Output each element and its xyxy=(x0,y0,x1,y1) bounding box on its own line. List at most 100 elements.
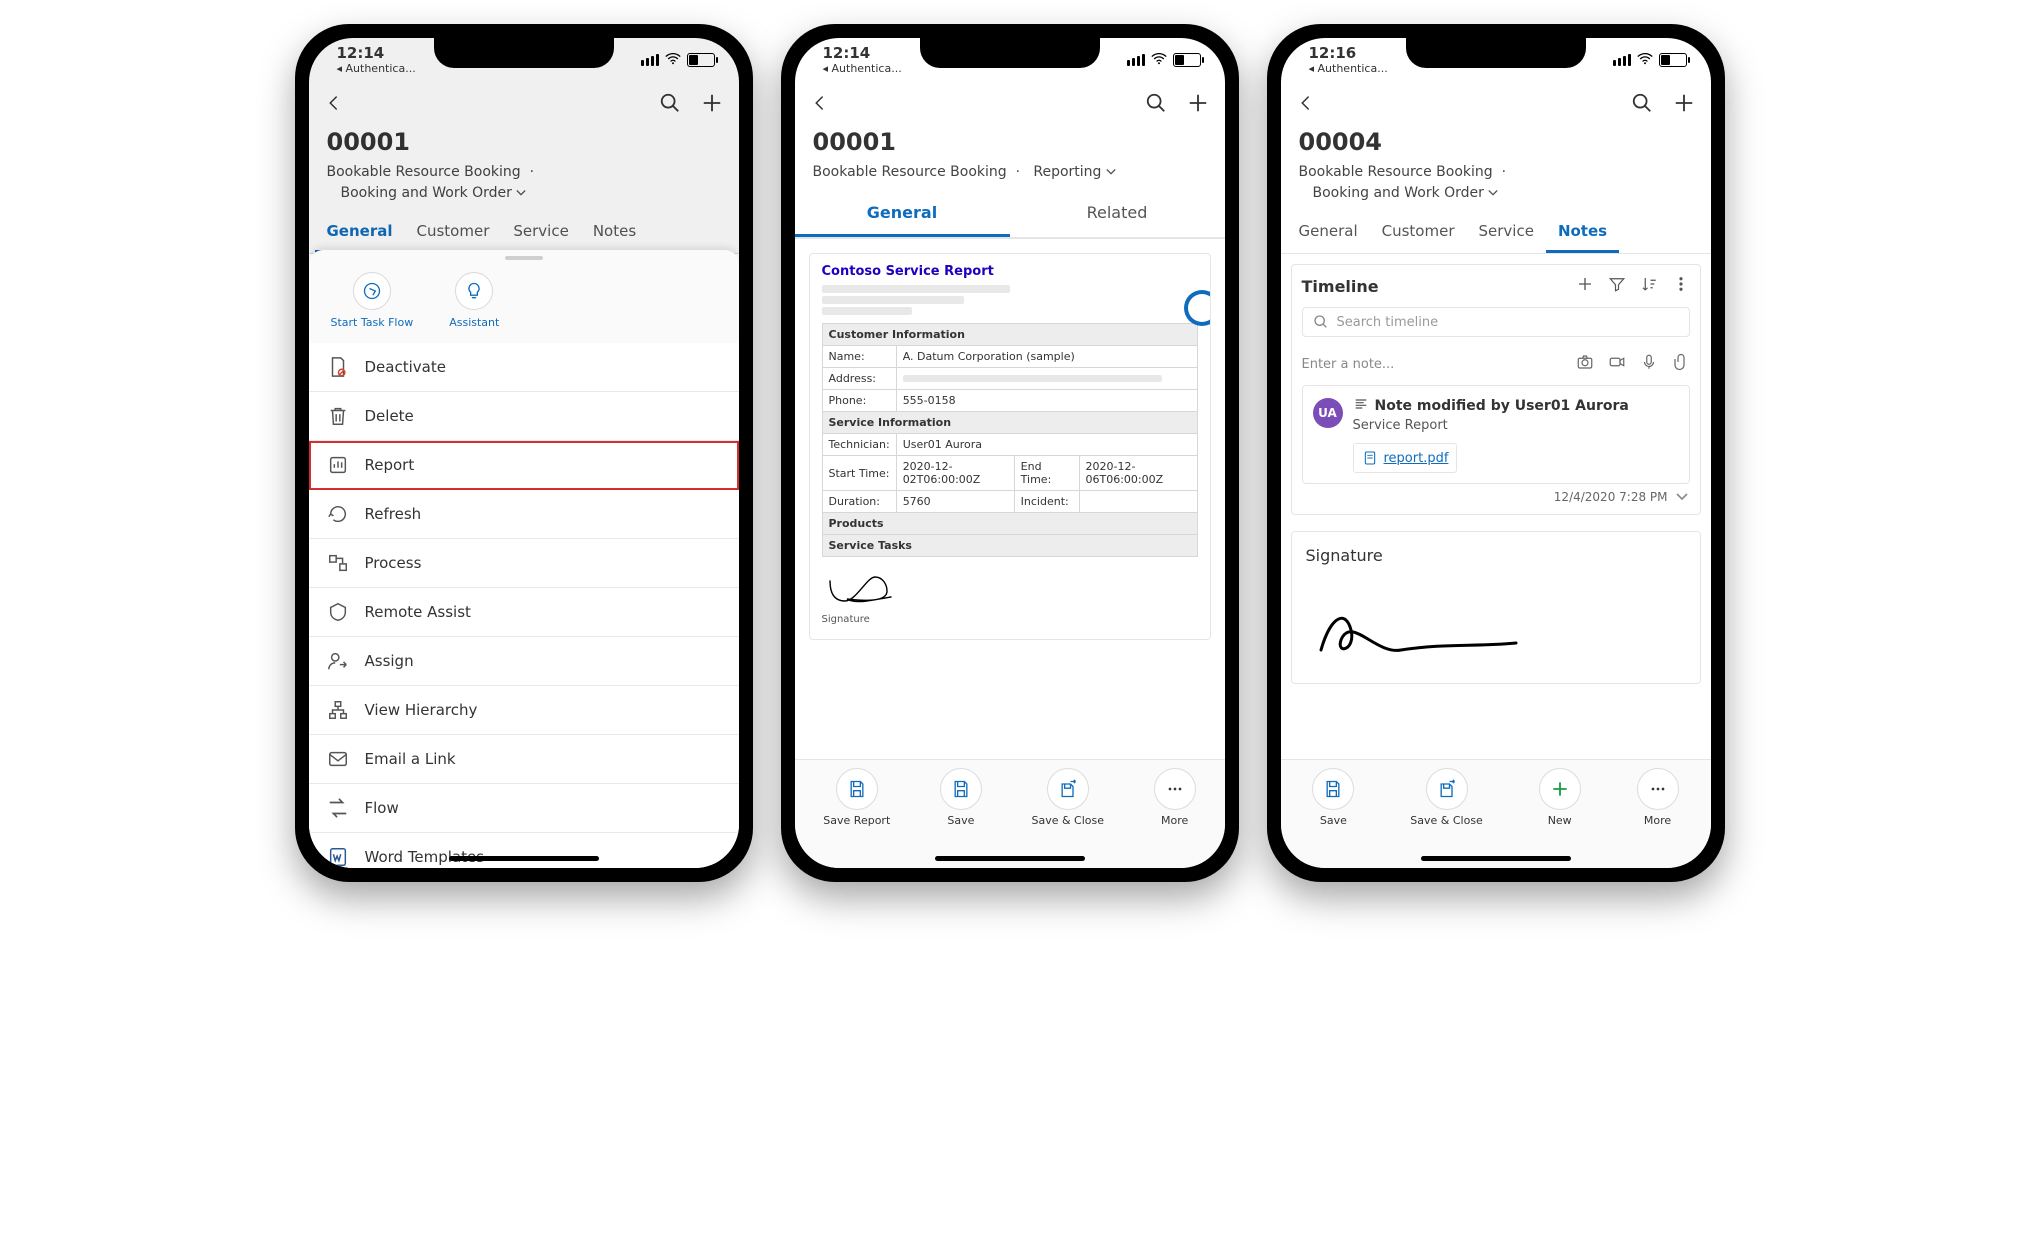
chevron-down-icon[interactable] xyxy=(1488,183,1498,204)
attachment[interactable]: report.pdf xyxy=(1353,443,1458,473)
hierarchy-icon xyxy=(327,699,349,721)
menu-deactivate[interactable]: Deactivate xyxy=(309,343,739,392)
save-report-button[interactable]: Save Report xyxy=(823,768,890,827)
form-name[interactable]: Booking and Work Order xyxy=(1313,183,1484,204)
tabs: General Customer Service Notes xyxy=(1281,212,1711,254)
note-type-icon xyxy=(1353,396,1369,416)
back-button[interactable] xyxy=(1297,94,1315,116)
menu-report[interactable]: Report xyxy=(309,441,739,490)
form-name[interactable]: Booking and Work Order xyxy=(341,183,512,204)
signature-card[interactable]: Signature xyxy=(1291,531,1701,684)
back-to-app[interactable]: ◂ Authentica... xyxy=(823,63,902,74)
report-preview: Contoso Service Report Customer Informat… xyxy=(809,253,1211,640)
flow-icon xyxy=(327,797,349,819)
tab-general[interactable]: General xyxy=(315,212,405,253)
entity-type: Bookable Resource Booking xyxy=(327,164,521,180)
menu-word-templates[interactable]: Word Templates xyxy=(309,833,739,868)
bb-label: More xyxy=(1161,814,1188,827)
nav-bar xyxy=(1281,82,1711,128)
menu-assign[interactable]: Assign xyxy=(309,637,739,686)
tab-service[interactable]: Service xyxy=(501,212,580,253)
tab-general[interactable]: General xyxy=(795,191,1010,237)
timeline-search[interactable]: Search timeline xyxy=(1302,307,1690,337)
report-signature: Signature xyxy=(822,571,1198,625)
process-icon xyxy=(327,552,349,574)
add-icon[interactable] xyxy=(701,92,723,118)
back-button[interactable] xyxy=(325,94,343,116)
tab-customer[interactable]: Customer xyxy=(405,212,502,253)
menu-flow[interactable]: Flow xyxy=(309,784,739,833)
home-indicator[interactable] xyxy=(449,856,599,861)
more-button[interactable]: More xyxy=(1154,768,1196,827)
tab-service[interactable]: Service xyxy=(1467,212,1546,253)
save-button[interactable]: Save xyxy=(940,768,982,827)
phone-2: 12:14 ◂ Authentica... 00001 Bookable Res… xyxy=(781,24,1239,882)
add-icon[interactable] xyxy=(1673,92,1695,118)
menu-remote-assist[interactable]: Remote Assist xyxy=(309,588,739,637)
start-task-flow-action[interactable]: Start Task Flow xyxy=(331,272,414,329)
search-icon[interactable] xyxy=(659,92,681,118)
refresh-icon xyxy=(327,503,349,525)
timeline-more-icon[interactable] xyxy=(1672,275,1690,297)
back-to-app[interactable]: ◂ Authentica... xyxy=(337,63,416,74)
timeline-filter-icon[interactable] xyxy=(1608,275,1626,297)
attach-icon[interactable] xyxy=(1672,353,1690,375)
end-time: 2020-12-06T06:00:00Z xyxy=(1079,456,1197,491)
chevron-down-icon[interactable] xyxy=(516,183,526,204)
report-icon xyxy=(327,454,349,476)
back-to-app[interactable]: ◂ Authentica... xyxy=(1309,63,1388,74)
menu-process[interactable]: Process xyxy=(309,539,739,588)
form-name[interactable]: Reporting xyxy=(1033,164,1101,180)
video-icon[interactable] xyxy=(1608,353,1626,375)
bottom-bar: Save Report Save Save & Close More xyxy=(795,759,1225,868)
chevron-down-icon[interactable] xyxy=(1106,162,1116,183)
tasks-section: Service Tasks xyxy=(822,535,1197,557)
home-indicator[interactable] xyxy=(935,856,1085,861)
bb-label: Save xyxy=(947,814,974,827)
search-icon[interactable] xyxy=(1145,92,1167,118)
add-icon[interactable] xyxy=(1187,92,1209,118)
menu-delete[interactable]: Delete xyxy=(309,392,739,441)
report-table: Customer Information Name:A. Datum Corpo… xyxy=(822,323,1198,557)
assign-icon xyxy=(327,650,349,672)
mic-icon[interactable] xyxy=(1640,353,1658,375)
enter-note-placeholder[interactable]: Enter a note... xyxy=(1302,357,1395,372)
timeline-card: Timeline Search timeline Enter a note... xyxy=(1291,264,1701,515)
nav-bar xyxy=(309,82,739,128)
save-close-button[interactable]: Save & Close xyxy=(1410,768,1483,827)
tab-notes[interactable]: Notes xyxy=(581,212,648,253)
quick-actions: Start Task Flow Assistant xyxy=(309,264,739,343)
timeline-add-icon[interactable] xyxy=(1576,275,1594,297)
drag-handle[interactable] xyxy=(505,256,543,260)
menu-label: Delete xyxy=(365,407,414,425)
save-close-button[interactable]: Save & Close xyxy=(1031,768,1104,827)
menu-email-link[interactable]: Email a Link xyxy=(309,735,739,784)
attachment-filename[interactable]: report.pdf xyxy=(1384,451,1449,466)
battery-icon xyxy=(1173,53,1201,67)
customer-section: Customer Information xyxy=(822,324,1197,346)
camera-icon[interactable] xyxy=(1576,353,1594,375)
timeline-sort-icon[interactable] xyxy=(1640,275,1658,297)
save-report-icon xyxy=(836,768,878,810)
back-button[interactable] xyxy=(811,94,829,116)
tab-general[interactable]: General xyxy=(1287,212,1370,253)
search-icon[interactable] xyxy=(1631,92,1653,118)
more-button[interactable]: More xyxy=(1637,768,1679,827)
entity-type: Bookable Resource Booking xyxy=(1299,164,1493,180)
home-indicator[interactable] xyxy=(1421,856,1571,861)
tab-related[interactable]: Related xyxy=(1010,191,1225,237)
status-icons xyxy=(641,51,715,69)
note-timestamp: 12/4/2020 7:28 PM xyxy=(1554,490,1668,504)
save-button[interactable]: Save xyxy=(1312,768,1354,827)
new-button[interactable]: New xyxy=(1539,768,1581,827)
menu-refresh[interactable]: Refresh xyxy=(309,490,739,539)
more-icon xyxy=(1637,768,1679,810)
note-item[interactable]: UA Note modified by User01 Aurora Servic… xyxy=(1302,385,1690,484)
phone-3: 12:16 ◂ Authentica... 00004 Bookable Res… xyxy=(1267,24,1725,882)
tab-customer[interactable]: Customer xyxy=(1370,212,1467,253)
assistant-action[interactable]: Assistant xyxy=(449,272,499,329)
status-time: 12:14 xyxy=(823,46,902,61)
menu-view-hierarchy[interactable]: View Hierarchy xyxy=(309,686,739,735)
chevron-down-icon[interactable] xyxy=(1676,490,1688,504)
tab-notes[interactable]: Notes xyxy=(1546,212,1619,253)
